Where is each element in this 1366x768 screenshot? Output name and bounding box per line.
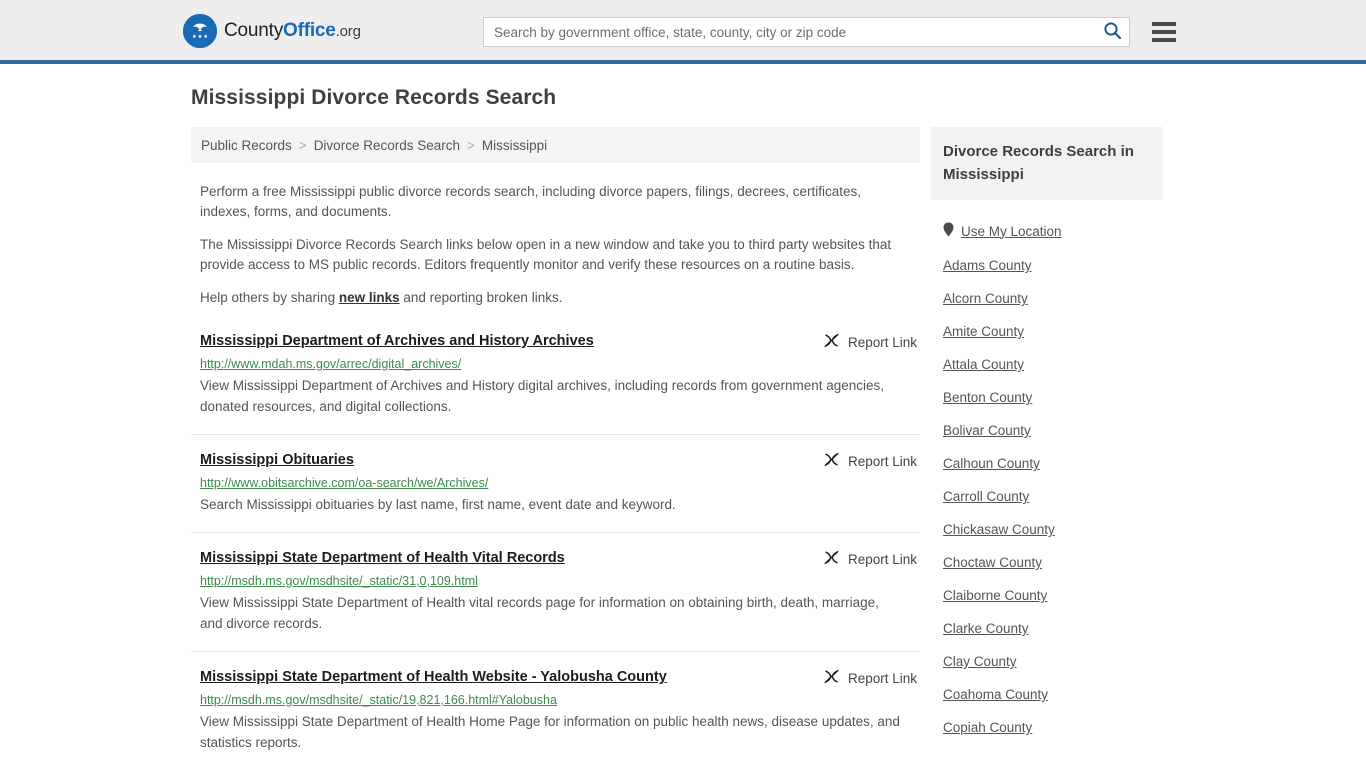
sidebar-item-carroll-county[interactable]: Carroll County <box>931 480 1163 513</box>
result-url[interactable]: http://msdh.ms.gov/msdhsite/_static/31,0… <box>200 572 920 590</box>
county-link[interactable]: Adams County <box>943 258 1032 273</box>
result-item: Mississippi Obituaries Report Link http:… <box>191 450 920 533</box>
breadcrumb-item-mississippi: Mississippi <box>481 137 548 153</box>
sidebar-item-clay-county[interactable]: Clay County <box>931 645 1163 678</box>
intro-paragraph-2: The Mississippi Divorce Records Search l… <box>200 237 892 272</box>
result-title-link[interactable]: Mississippi Department of Archives and H… <box>200 331 594 351</box>
logo-text-office: Office <box>283 20 336 41</box>
county-link[interactable]: Carroll County <box>943 489 1029 504</box>
sidebar-item-amite-county[interactable]: Amite County <box>931 315 1163 348</box>
intro-p3-after: and reporting broken links. <box>399 290 563 305</box>
county-link[interactable]: Alcorn County <box>943 291 1028 306</box>
use-my-location-link[interactable]: Use My Location <box>961 224 1062 239</box>
page-title: Mississippi Divorce Records Search <box>191 86 557 109</box>
result-title-link[interactable]: Mississippi Obituaries <box>200 450 354 470</box>
sidebar-item-adams-county[interactable]: Adams County <box>931 249 1163 282</box>
main-column: Public Records > Divorce Records Search … <box>191 127 920 768</box>
sidebar-item-copiah-county[interactable]: Copiah County <box>931 711 1163 744</box>
result-title-link[interactable]: Mississippi State Department of Health V… <box>200 548 565 568</box>
eagle-seal-icon <box>183 14 217 48</box>
search-button[interactable] <box>1095 18 1129 46</box>
sidebar-item-calhoun-county[interactable]: Calhoun County <box>931 447 1163 480</box>
report-link-label: Report Link <box>847 453 917 469</box>
broken-link-icon <box>823 451 840 471</box>
report-link-label: Report Link <box>847 334 917 350</box>
result-description: Search Mississippi obituaries by last na… <box>200 497 676 512</box>
result-description: View Mississippi State Department of Hea… <box>200 714 900 750</box>
intro-p3-before: Help others by sharing <box>200 290 339 305</box>
sidebar-item-bolivar-county[interactable]: Bolivar County <box>931 414 1163 447</box>
result-item: Mississippi Department of Archives and H… <box>191 331 920 435</box>
new-links-link[interactable]: new links <box>339 290 400 305</box>
broken-link-icon <box>823 668 840 688</box>
intro-text: Perform a free Mississippi public divorc… <box>191 182 920 308</box>
result-item: Mississippi State Department of Health V… <box>191 548 920 652</box>
breadcrumb-item-divorce-records-search[interactable]: Divorce Records Search <box>314 138 460 153</box>
logo-text-org: .org <box>335 23 361 40</box>
sidebar-item-claiborne-county[interactable]: Claiborne County <box>931 579 1163 612</box>
logo-text-county: County <box>224 20 284 41</box>
sidebar-county-list: Use My Location Adams County Alcorn Coun… <box>931 213 1163 744</box>
search-bar[interactable] <box>483 17 1130 47</box>
county-link[interactable]: Benton County <box>943 390 1032 405</box>
report-link-label: Report Link <box>847 670 917 686</box>
result-url[interactable]: http://www.mdah.ms.gov/arrec/digital_arc… <box>200 355 920 373</box>
county-link[interactable]: Clay County <box>943 654 1017 669</box>
sidebar-item-benton-county[interactable]: Benton County <box>931 381 1163 414</box>
sidebar-item-choctaw-county[interactable]: Choctaw County <box>931 546 1163 579</box>
result-title-link[interactable]: Mississippi State Department of Health W… <box>200 667 667 687</box>
result-url[interactable]: http://msdh.ms.gov/msdhsite/_static/19,8… <box>200 691 920 709</box>
result-description: View Mississippi Department of Archives … <box>200 378 885 414</box>
breadcrumb-item-public-records[interactable]: Public Records <box>201 138 292 153</box>
broken-link-icon <box>823 332 840 352</box>
search-input[interactable] <box>484 18 1095 46</box>
report-link-button[interactable]: Report Link <box>823 451 917 471</box>
sidebar-item-clarke-county[interactable]: Clarke County <box>931 612 1163 645</box>
county-link[interactable]: Chickasaw County <box>943 522 1055 537</box>
county-link[interactable]: Calhoun County <box>943 456 1040 471</box>
county-link[interactable]: Copiah County <box>943 720 1032 735</box>
sidebar: Divorce Records Search in Mississippi Us… <box>931 127 1163 744</box>
breadcrumb-separator: > <box>298 137 307 153</box>
report-link-button[interactable]: Report Link <box>823 332 917 352</box>
report-link-label: Report Link <box>847 551 917 567</box>
breadcrumb: Public Records > Divorce Records Search … <box>191 127 920 163</box>
result-url[interactable]: http://www.obitsarchive.com/oa-search/we… <box>200 474 920 492</box>
content-columns: Public Records > Divorce Records Search … <box>183 127 1183 768</box>
logo-wordmark: CountyOffice.org <box>224 20 361 42</box>
hamburger-menu-icon[interactable] <box>1149 16 1179 48</box>
county-link[interactable]: Attala County <box>943 357 1024 372</box>
county-link[interactable]: Clarke County <box>943 621 1029 636</box>
broken-link-icon <box>823 549 840 569</box>
county-link[interactable]: Coahoma County <box>943 687 1048 702</box>
county-link[interactable]: Amite County <box>943 324 1024 339</box>
result-item: Mississippi State Department of Health W… <box>191 667 920 768</box>
sidebar-heading: Divorce Records Search in Mississippi <box>931 127 1163 200</box>
map-pin-icon <box>943 222 954 240</box>
county-link[interactable]: Choctaw County <box>943 555 1042 570</box>
intro-paragraph-3: Help others by sharing new links and rep… <box>200 288 910 308</box>
search-icon <box>1103 21 1122 43</box>
site-header: CountyOffice.org <box>0 0 1366 64</box>
sidebar-item-attala-county[interactable]: Attala County <box>931 348 1163 381</box>
sidebar-item-use-my-location[interactable]: Use My Location <box>931 213 1163 249</box>
site-logo[interactable]: CountyOffice.org <box>183 14 361 48</box>
report-link-button[interactable]: Report Link <box>823 549 917 569</box>
county-link[interactable]: Bolivar County <box>943 423 1031 438</box>
menu-bar-1 <box>1152 22 1176 26</box>
report-link-button[interactable]: Report Link <box>823 668 917 688</box>
result-description: View Mississippi State Department of Hea… <box>200 595 879 631</box>
intro-paragraph-1: Perform a free Mississippi public divorc… <box>200 184 862 219</box>
results-list: Mississippi Department of Archives and H… <box>191 331 920 768</box>
sidebar-item-alcorn-county[interactable]: Alcorn County <box>931 282 1163 315</box>
sidebar-item-coahoma-county[interactable]: Coahoma County <box>931 678 1163 711</box>
breadcrumb-separator: > <box>467 137 475 153</box>
header-inner: CountyOffice.org <box>183 0 1183 64</box>
county-link[interactable]: Claiborne County <box>943 588 1047 603</box>
sidebar-item-chickasaw-county[interactable]: Chickasaw County <box>931 513 1163 546</box>
menu-bar-3 <box>1152 38 1176 42</box>
menu-bar-2 <box>1152 30 1176 34</box>
page-container: Mississippi Divorce Records Search Publi… <box>183 64 1183 768</box>
